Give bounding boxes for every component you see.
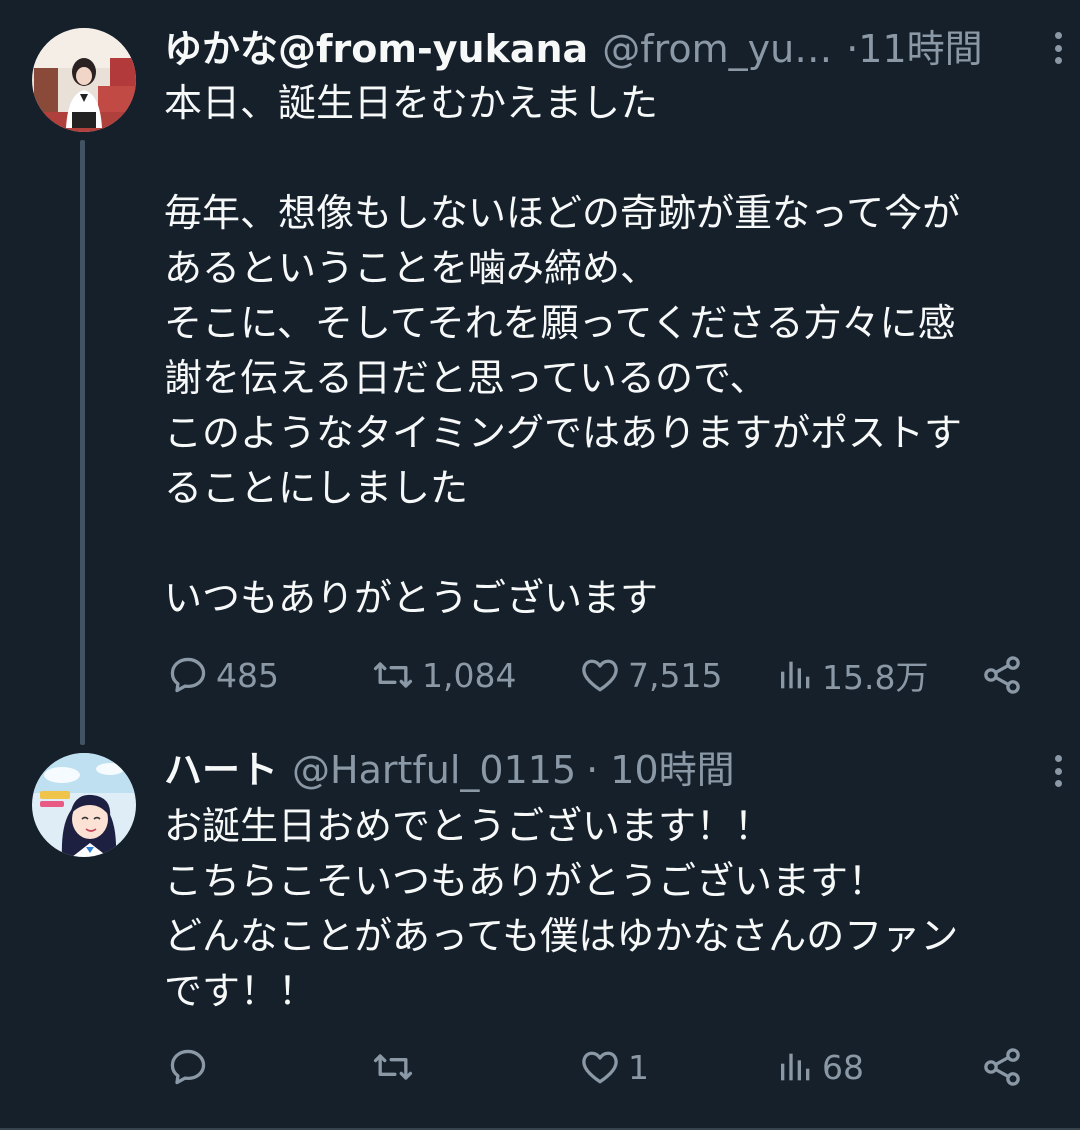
tweet-text-line: お誕生日おめでとうございます！！ [164, 804, 773, 848]
like-count: 1 [628, 1047, 649, 1087]
tweet-header: ゆかな@from-yukana @from_yu… ·11時間 [164, 24, 1040, 74]
share-button[interactable] [980, 645, 1024, 705]
retweet-arrows-icon [373, 1054, 413, 1080]
avatar[interactable] [32, 753, 136, 857]
speech-bubble-icon [170, 1049, 206, 1085]
tweet-text-line: いつもありがとうございます [164, 576, 659, 620]
retweet-arrows-icon [373, 662, 413, 688]
vertical-ellipsis-icon[interactable] [1040, 28, 1076, 68]
tweet-text-line: 毎年、想像もしないほどの奇跡が重なって今が [164, 191, 961, 235]
tweet-text: 本日、誕生日をむかえました 毎年、想像もしないほどの奇跡が重なって今が あるとい… [164, 76, 1050, 626]
timestamp[interactable]: ·11時間 [846, 24, 982, 74]
heart-icon [582, 1051, 618, 1084]
share-button[interactable] [980, 1037, 1024, 1097]
tweet-text-line: こちらこそいつもありがとうございます！ [164, 859, 887, 903]
vertical-ellipsis-icon[interactable] [1040, 751, 1076, 791]
tweet-text-line: どんなことがあっても僕はゆかなさんのファン [164, 914, 959, 958]
user-handle[interactable]: @from_yu… [602, 24, 832, 74]
retweet-button[interactable]: 1,084 [370, 645, 516, 705]
tweet-text-line: あるということを噛み締め、 [164, 246, 659, 290]
like-button[interactable]: 1 [578, 1037, 649, 1097]
tweet-text-line: です！！ [164, 969, 317, 1013]
tweet-text-line: このようなタイミングではありますがポストす [164, 411, 963, 455]
like-button[interactable]: 7,515 [578, 645, 722, 705]
retweet-count: 1,084 [422, 655, 517, 695]
like-count: 7,515 [628, 655, 723, 695]
tweet-text-line [164, 131, 1050, 186]
reply-count: 485 [216, 655, 279, 695]
tweet-header: ハート @Hartful_0115 · 10時間 [164, 745, 1040, 795]
avatar-illustration-icon [32, 753, 136, 857]
tweet-reply[interactable]: ハート @Hartful_0115 · 10時間 お誕生日おめでとうございます！… [0, 735, 1080, 1130]
avatar[interactable] [32, 28, 136, 132]
display-name[interactable]: ハート [164, 745, 278, 795]
share-nodes-icon [984, 656, 1020, 694]
display-name[interactable]: ゆかな@from-yukana [164, 24, 588, 74]
bar-chart-icon [781, 1053, 810, 1081]
retweet-button[interactable] [370, 1037, 422, 1097]
tweet-text-line: 謝を伝える日だと思っているので、 [164, 356, 768, 400]
tweet-text-line: 本日、誕生日をむかえました [164, 81, 659, 125]
tweet-text-line: そこに、そしてそれを願ってくださる方々に感 [164, 301, 956, 345]
speech-bubble-icon [170, 657, 206, 693]
reply-button[interactable] [166, 1037, 216, 1097]
thread-connector-line [80, 140, 85, 745]
views-count: 68 [822, 1047, 864, 1087]
tweet-text-line: ることにしました [164, 466, 469, 510]
share-nodes-icon [984, 1048, 1020, 1086]
tweet-main[interactable]: ゆかな@from-yukana @from_yu… ·11時間 本日、誕生日をむ… [0, 0, 1080, 745]
bar-chart-icon [781, 661, 810, 689]
timestamp[interactable]: · 10時間 [586, 745, 735, 795]
heart-icon [582, 659, 618, 692]
tweet-actions: 485 1,084 7,515 15.8万 [164, 645, 1044, 705]
views-button[interactable]: 68 [776, 1037, 864, 1097]
views-count: 15.8万 [822, 658, 929, 697]
tweet-text-line [164, 516, 1050, 571]
reply-button[interactable]: 485 [166, 645, 279, 705]
tweet-text: お誕生日おめでとうございます！！ こちらこそいつもありがとうございます！ どんな… [164, 799, 1050, 1019]
views-button[interactable]: 15.8万 [776, 645, 928, 705]
avatar-photo-icon [32, 28, 136, 132]
user-handle[interactable]: @Hartful_0115 [292, 745, 576, 795]
tweet-actions: 1 68 [164, 1037, 1044, 1097]
